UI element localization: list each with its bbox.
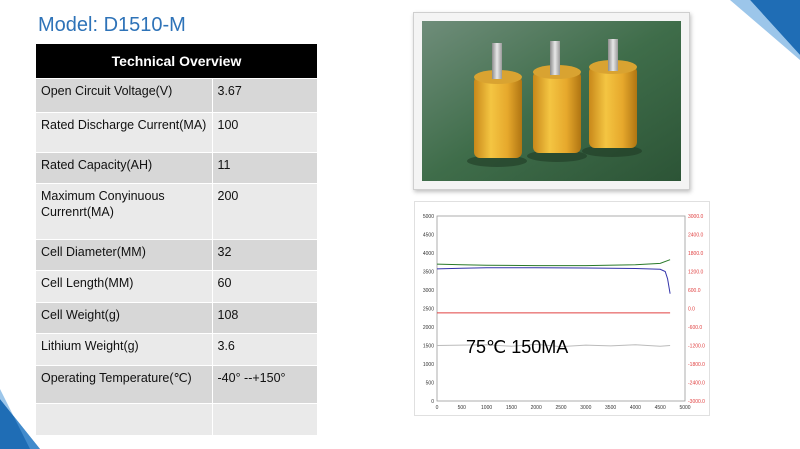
table-row xyxy=(36,403,318,435)
bottom-left-decoration xyxy=(0,389,40,449)
spec-label: Rated Capacity(AH) xyxy=(36,152,213,184)
chart-annotation: 75℃ 150MA xyxy=(466,337,569,357)
spec-label: Cell Length(MM) xyxy=(36,270,213,303)
spec-label: Cell Diameter(MM) xyxy=(36,239,213,271)
spec-value: 108 xyxy=(212,302,318,334)
spec-value: 3.67 xyxy=(212,78,318,113)
x-tick-label: 3500 xyxy=(605,405,616,411)
y-right-tick-label: -600.0 xyxy=(688,325,702,331)
series-line xyxy=(436,259,671,267)
table-row: Cell Weight(g) 108 xyxy=(36,302,318,334)
x-tick-label: 4000 xyxy=(630,405,641,411)
spec-value: 200 xyxy=(212,183,318,240)
spec-value: 3.6 xyxy=(212,333,318,366)
x-tick-label: 5000 xyxy=(679,405,690,411)
spec-value: 60 xyxy=(212,270,318,303)
x-tick-label: 1500 xyxy=(506,405,517,411)
table-row: Operating Temperature(℃) -40° --+150° xyxy=(36,365,318,404)
y-right-tick-label: 1800.0 xyxy=(688,251,704,257)
y-left-tick-label: 500 xyxy=(426,381,435,387)
x-tick-label: 1000 xyxy=(481,405,492,411)
y-right-tick-label: 2400.0 xyxy=(688,233,704,239)
spec-label: Lithium Weight(g) xyxy=(36,333,213,366)
table-row: Open Circuit Voltage(V) 3.67 xyxy=(36,78,318,113)
y-left-tick-label: 3000 xyxy=(423,288,434,294)
spec-label: Cell Weight(g) xyxy=(36,302,213,334)
spec-value: 100 xyxy=(212,112,318,153)
y-right-tick-label: 1200.0 xyxy=(688,270,704,276)
y-left-tick-label: 1500 xyxy=(423,344,434,350)
spec-label: Open Circuit Voltage(V) xyxy=(36,78,213,113)
table-row: Maximum Conyinuous Currenrt(MA) 200 xyxy=(36,183,318,240)
y-left-tick-label: 1000 xyxy=(423,362,434,368)
spec-label xyxy=(36,403,213,435)
spec-value: 11 xyxy=(212,152,318,184)
x-tick-label: 4500 xyxy=(655,405,666,411)
battery-cells-photo xyxy=(422,21,681,181)
top-right-decoration xyxy=(730,0,800,60)
y-right-tick-label: 0.0 xyxy=(688,307,695,313)
spec-label: Operating Temperature(℃) xyxy=(36,365,213,404)
discharge-chart: 0 500 1000 1500 2000 2500 3000 3500 4000 4500 5000… xyxy=(414,201,710,416)
x-tick-label: 0 xyxy=(436,405,439,411)
y-left-tick-label: 3500 xyxy=(423,270,434,276)
spec-value: 32 xyxy=(212,239,318,271)
table-row: Rated Capacity(AH) 11 xyxy=(36,152,318,184)
y-right-tick-label: 600.0 xyxy=(688,288,701,294)
x-tick-label: 3000 xyxy=(580,405,591,411)
y-right-tick-label: 3000.0 xyxy=(688,214,704,220)
spec-label: Maximum Conyinuous Currenrt(MA) xyxy=(36,183,213,240)
y-right-tick-label: -1800.0 xyxy=(688,362,705,368)
y-left-tick-label: 4500 xyxy=(423,233,434,239)
y-left-tick-label: 2000 xyxy=(423,325,434,331)
table-row: Lithium Weight(g) 3.6 xyxy=(36,333,318,366)
y-left-tick-label: 4000 xyxy=(423,251,434,257)
product-photo-frame xyxy=(413,12,690,190)
y-left-tick-label: 2500 xyxy=(423,307,434,313)
discharge-chart-svg: 0500100015002000250030003500400045005000… xyxy=(423,214,705,411)
table-row: Cell Length(MM) 60 xyxy=(36,270,318,303)
x-tick-label: 2500 xyxy=(555,405,566,411)
spec-value: -40° --+150° xyxy=(212,365,318,404)
y-right-tick-label: -2400.0 xyxy=(688,381,705,387)
y-left-tick-label: 5000 xyxy=(423,214,434,220)
y-right-tick-label: -1200.0 xyxy=(688,344,705,350)
page-title: Model: D1510-M xyxy=(38,14,186,36)
series-line xyxy=(436,267,671,294)
plot-area xyxy=(436,215,686,402)
spec-value xyxy=(212,403,318,435)
y-left-tick-label: 0 xyxy=(431,399,434,405)
technical-overview-table: Technical Overview Open Circuit Voltage(… xyxy=(36,44,318,435)
spec-label: Rated Discharge Current(MA) xyxy=(36,112,213,153)
table-row: Cell Diameter(MM) 32 xyxy=(36,239,318,271)
x-tick-label: 500 xyxy=(458,405,467,411)
x-tick-label: 2000 xyxy=(531,405,542,411)
y-right-tick-label: -3000.0 xyxy=(688,399,705,405)
table-header: Technical Overview xyxy=(36,44,318,79)
table-row: Rated Discharge Current(MA) 100 xyxy=(36,112,318,153)
